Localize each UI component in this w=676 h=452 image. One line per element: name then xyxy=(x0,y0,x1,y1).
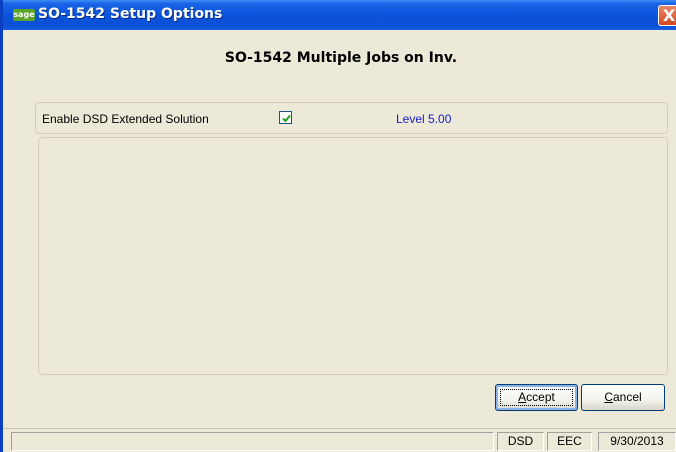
window-title: SO-1542 Setup Options xyxy=(38,6,223,22)
status-message xyxy=(11,432,494,451)
accept-button[interactable]: Accept xyxy=(495,384,578,411)
focus-rectangle xyxy=(500,389,573,406)
enable-dsd-checkbox[interactable] xyxy=(279,111,292,124)
status-company: DSD xyxy=(497,432,544,451)
extended-solution-panel: Enable DSD Extended Solution Level 5.00 xyxy=(35,102,668,134)
setup-options-window: sage SO-1542 Setup Options X SO-1542 Mul… xyxy=(0,0,676,452)
checkmark-icon xyxy=(282,114,291,123)
close-button[interactable]: X xyxy=(658,5,676,26)
enable-dsd-label: Enable DSD Extended Solution xyxy=(42,112,209,126)
cancel-accelerator: C xyxy=(604,390,613,404)
level-label: Level 5.00 xyxy=(396,112,452,126)
cancel-label: ancel xyxy=(612,390,642,404)
cancel-button[interactable]: Cancel xyxy=(581,384,665,411)
content-panel xyxy=(38,137,668,375)
sage-logo-icon: sage xyxy=(13,9,35,21)
status-bar: DSD EEC 9/30/2013 xyxy=(3,428,676,452)
status-user: EEC xyxy=(547,432,592,451)
title-bar[interactable]: sage SO-1542 Setup Options X xyxy=(3,0,676,30)
status-date: 9/30/2013 xyxy=(598,432,676,451)
page-title: SO-1542 Multiple Jobs on Inv. xyxy=(224,50,458,66)
close-icon: X xyxy=(662,6,676,25)
